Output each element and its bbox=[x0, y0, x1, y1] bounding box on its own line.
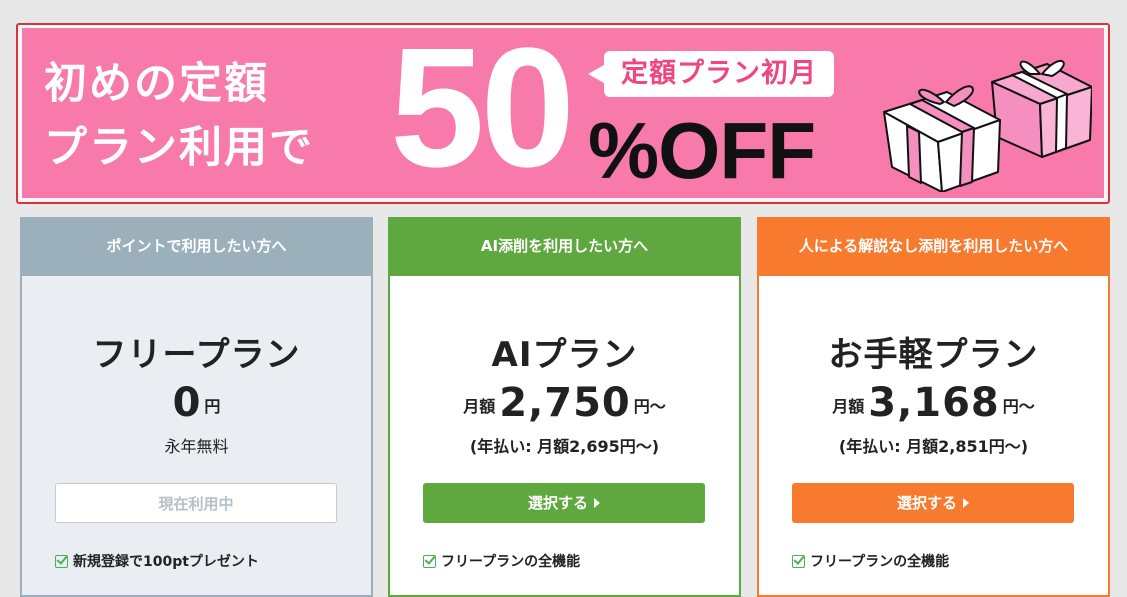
promo-banner[interactable]: 初めの定額 プラン利用で 50 定額プラン初月 %OFF bbox=[16, 23, 1110, 204]
plan-price: 月額 2,750 円〜 bbox=[390, 380, 739, 426]
price-prefix: 月額 bbox=[832, 397, 865, 416]
plan-price: 0円 bbox=[22, 380, 371, 426]
plan-name: お手軽プラン bbox=[828, 335, 1039, 375]
price-amount: 2,750 bbox=[499, 380, 631, 426]
price-note: 永年無料 bbox=[164, 437, 229, 456]
feature-label: フリープランの全機能 bbox=[441, 554, 581, 570]
plan-feature: 新規登録で100ptプレゼント bbox=[55, 551, 259, 571]
promo-banner-background: 初めの定額 プラン利用で 50 定額プラン初月 %OFF bbox=[22, 28, 1104, 198]
plan-card-body: フリープラン 0円 永年無料 現在利用中 新規登録で100ptプレゼント bbox=[20, 276, 373, 597]
banner-speech-bubble: 定額プラン初月 bbox=[588, 51, 834, 97]
checkbox-check-icon bbox=[792, 555, 805, 568]
banner-headline-line2: プラン利用で bbox=[44, 123, 314, 173]
plan-card-header: AI添削を利用したい方へ bbox=[388, 217, 741, 276]
banner-discount-number: 50 bbox=[390, 28, 575, 198]
price-unit: 円 bbox=[204, 397, 221, 416]
plan-card-ai: AI添削を利用したい方へ AIプラン 月額 2,750 円〜 (年払い: 月額2,6… bbox=[388, 217, 741, 597]
button-label: 選択する bbox=[896, 494, 957, 512]
select-easy-plan-button[interactable]: 選択する bbox=[792, 483, 1074, 523]
price-amount: 3,168 bbox=[868, 380, 1000, 426]
current-plan-button: 現在利用中 bbox=[55, 483, 337, 523]
plan-card-free: ポイントで利用したい方へ フリープラン 0円 永年無料 現在利用中 新規登録で1… bbox=[20, 217, 373, 597]
plan-card-body: お手軽プラン 月額 3,168 円〜 (年払い: 月額2,851円〜) 選択する フ… bbox=[757, 276, 1110, 597]
select-ai-plan-button[interactable]: 選択する bbox=[423, 483, 705, 523]
plan-card-easy: 人による解説なし添削を利用したい方へ お手軽プラン 月額 3,168 円〜 (年払い… bbox=[757, 217, 1110, 597]
checkbox-check-icon bbox=[55, 555, 68, 568]
plan-card-header: 人による解説なし添削を利用したい方へ bbox=[757, 217, 1110, 276]
banner-headline: 初めの定額 プラン利用で bbox=[44, 52, 314, 180]
price-note: (年払い: 月額2,695円〜) bbox=[469, 437, 660, 456]
caret-right-icon bbox=[594, 498, 600, 508]
price-unit: 円〜 bbox=[1002, 397, 1035, 416]
plan-feature: フリープランの全機能 bbox=[423, 551, 580, 571]
plan-card-body: AIプラン 月額 2,750 円〜 (年払い: 月額2,695円〜) 選択する フリ… bbox=[388, 276, 741, 597]
button-label: 選択する bbox=[527, 494, 588, 512]
plan-price: 月額 3,168 円〜 bbox=[759, 380, 1108, 426]
plan-card-header: ポイントで利用したい方へ bbox=[20, 217, 373, 276]
price-prefix: 月額 bbox=[463, 397, 496, 416]
price-unit: 円〜 bbox=[633, 397, 666, 416]
feature-label: 新規登録で100ptプレゼント bbox=[73, 554, 259, 570]
gift-boxes-icon bbox=[883, 60, 1092, 192]
button-label: 現在利用中 bbox=[158, 495, 234, 513]
caret-right-icon bbox=[963, 498, 969, 508]
checkbox-check-icon bbox=[423, 555, 436, 568]
price-note: (年払い: 月額2,851円〜) bbox=[838, 437, 1029, 456]
banner-headline-line1: 初めの定額 bbox=[44, 59, 269, 109]
plan-name: フリープラン bbox=[92, 335, 301, 375]
price-amount: 0 bbox=[172, 380, 202, 426]
plan-feature: フリープランの全機能 bbox=[792, 551, 949, 571]
banner-off-text: %OFF bbox=[588, 106, 816, 195]
plan-name: AIプラン bbox=[491, 335, 638, 375]
feature-label: フリープランの全機能 bbox=[810, 554, 950, 570]
